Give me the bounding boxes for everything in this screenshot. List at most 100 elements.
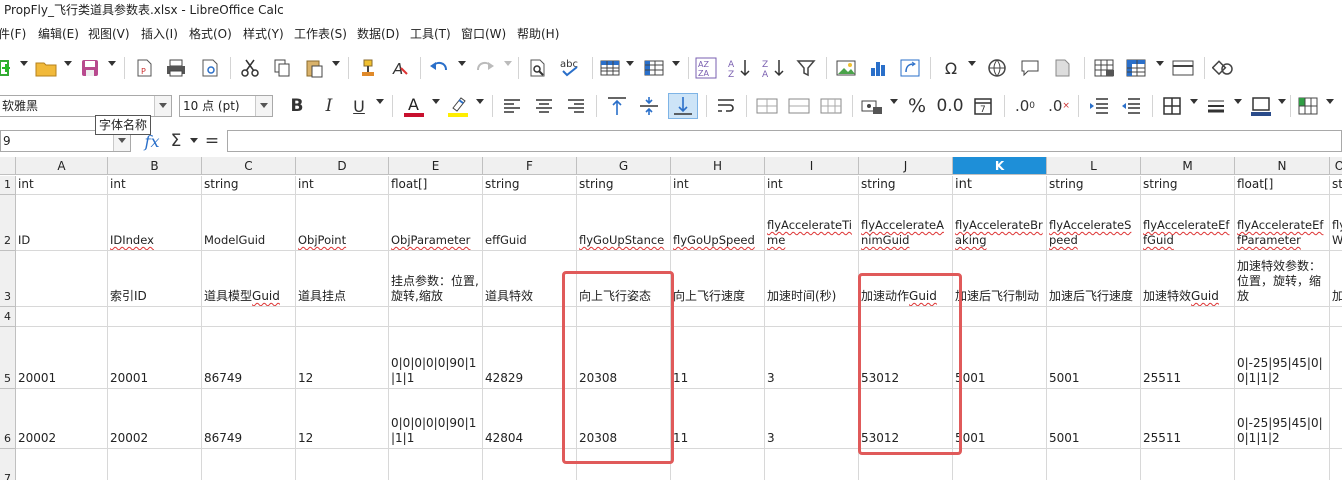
menu-item[interactable]: 插入(I) bbox=[141, 22, 178, 46]
cell-o3[interactable]: 加 bbox=[1330, 251, 1342, 307]
cell-l5[interactable]: 5001 bbox=[1047, 327, 1141, 389]
paste-icon[interactable] bbox=[302, 55, 326, 81]
cell-i7[interactable] bbox=[765, 449, 859, 480]
row-header-4[interactable]: 4 bbox=[0, 307, 16, 327]
cell-f7[interactable] bbox=[483, 449, 577, 480]
column-header-e[interactable]: E bbox=[389, 157, 483, 175]
cell-o6[interactable] bbox=[1330, 389, 1342, 449]
freeze-rows-columns-icon[interactable] bbox=[1124, 55, 1150, 81]
column-header-o[interactable]: O bbox=[1330, 157, 1342, 175]
cell-n3[interactable]: 加速特效参数：位置，旋转，缩放 bbox=[1235, 251, 1330, 307]
cell-f5[interactable]: 42829 bbox=[483, 327, 577, 389]
border-style-icon[interactable] bbox=[1204, 93, 1228, 119]
cell-i4[interactable] bbox=[765, 307, 859, 327]
cell-h3[interactable]: 向上飞行速度 bbox=[671, 251, 765, 307]
cell-m7[interactable] bbox=[1141, 449, 1235, 480]
column-header-j[interactable]: J bbox=[859, 157, 953, 175]
column-header-m[interactable]: M bbox=[1141, 157, 1235, 175]
column-header-g[interactable]: G bbox=[577, 157, 671, 175]
cell-m2[interactable]: flyAccelerateEffGuid bbox=[1141, 195, 1235, 251]
cell-c2[interactable]: ModelGuid bbox=[202, 195, 296, 251]
cell-c1[interactable]: string bbox=[202, 176, 296, 195]
cell-m4[interactable] bbox=[1141, 307, 1235, 327]
cell-l4[interactable] bbox=[1047, 307, 1141, 327]
menu-item[interactable]: 样式(Y) bbox=[243, 22, 284, 46]
cell-n4[interactable] bbox=[1235, 307, 1330, 327]
show-draw-functions-icon[interactable] bbox=[1210, 55, 1236, 81]
cell-d5[interactable]: 12 bbox=[296, 327, 389, 389]
pivot-table-icon[interactable] bbox=[898, 55, 922, 81]
underline-icon[interactable]: U bbox=[348, 93, 370, 119]
cell-e3[interactable]: 挂点参数：位置,旋转,缩放 bbox=[389, 251, 483, 307]
conditional-format-icon[interactable] bbox=[1296, 93, 1320, 119]
cell-n5[interactable]: 0|-25|95|45|0|0|1|1|2 bbox=[1235, 327, 1330, 389]
cell-m1[interactable]: string bbox=[1141, 176, 1235, 195]
cell-h6[interactable]: 11 bbox=[671, 389, 765, 449]
menu-item[interactable]: 格式(O) bbox=[189, 22, 232, 46]
cell-o4[interactable] bbox=[1330, 307, 1342, 327]
menu-item[interactable]: 工具(T) bbox=[410, 22, 451, 46]
cell-j1[interactable]: string bbox=[859, 176, 953, 195]
comment-icon[interactable] bbox=[1018, 55, 1042, 81]
cell-j5[interactable]: 53012 bbox=[859, 327, 953, 389]
border-color-icon[interactable] bbox=[1248, 93, 1274, 119]
cell-b5[interactable]: 20001 bbox=[108, 327, 202, 389]
cell-o2[interactable]: fly W bbox=[1330, 195, 1342, 251]
cell-a3[interactable] bbox=[16, 251, 108, 307]
menu-item[interactable]: 窗口(W) bbox=[461, 22, 506, 46]
save-icon[interactable] bbox=[78, 55, 102, 81]
decrease-indent-icon[interactable] bbox=[1118, 93, 1144, 119]
number-format-icon[interactable]: 0.0 bbox=[936, 93, 964, 119]
menu-item[interactable]: 数据(D) bbox=[357, 22, 400, 46]
menu-item[interactable]: 件(F) bbox=[0, 22, 26, 46]
merge-center-icon[interactable] bbox=[754, 93, 780, 119]
cell-l1[interactable]: string bbox=[1047, 176, 1141, 195]
cell-k3[interactable]: 加速后飞行制动 bbox=[953, 251, 1047, 307]
cell-n6[interactable]: 0|-25|95|45|0|0|1|1|2 bbox=[1235, 389, 1330, 449]
special-character-icon[interactable]: Ω bbox=[938, 55, 964, 81]
spelling-icon[interactable]: abc bbox=[558, 55, 584, 81]
bold-icon[interactable]: B bbox=[286, 93, 308, 119]
cell-k1[interactable]: int bbox=[953, 176, 1047, 195]
cell-b1[interactable]: int bbox=[108, 176, 202, 195]
cell-f6[interactable]: 42804 bbox=[483, 389, 577, 449]
column-header-n[interactable]: N bbox=[1235, 157, 1330, 175]
cell-i3[interactable]: 加速时间(秒) bbox=[765, 251, 859, 307]
find-replace-icon[interactable] bbox=[526, 55, 550, 81]
column-header-h[interactable]: H bbox=[671, 157, 765, 175]
sort-ascending-icon[interactable]: AZ bbox=[726, 55, 754, 81]
row-icon[interactable] bbox=[598, 55, 622, 81]
cut-icon[interactable] bbox=[238, 55, 262, 81]
row-header-2[interactable]: 2 bbox=[0, 195, 16, 251]
cell-l6[interactable]: 5001 bbox=[1047, 389, 1141, 449]
sigma-icon[interactable]: Σ bbox=[166, 128, 186, 154]
cell-n1[interactable]: float[] bbox=[1235, 176, 1330, 195]
cell-c5[interactable]: 86749 bbox=[202, 327, 296, 389]
center-vertically-icon[interactable] bbox=[636, 93, 662, 119]
cell-d6[interactable]: 12 bbox=[296, 389, 389, 449]
cell-a7[interactable] bbox=[16, 449, 108, 480]
cell-k2[interactable]: flyAccelerateBraking bbox=[953, 195, 1047, 251]
cell-o7[interactable] bbox=[1330, 449, 1342, 480]
cell-k4[interactable] bbox=[953, 307, 1047, 327]
cell-a4[interactable] bbox=[16, 307, 108, 327]
new-document-icon[interactable] bbox=[0, 55, 14, 81]
cell-c6[interactable]: 86749 bbox=[202, 389, 296, 449]
percent-format-icon[interactable]: % bbox=[904, 93, 930, 119]
cell-m3[interactable]: 加速特效Guid bbox=[1141, 251, 1235, 307]
autofilter-icon[interactable] bbox=[794, 55, 818, 81]
insert-image-icon[interactable] bbox=[834, 55, 858, 81]
borders-icon[interactable] bbox=[1160, 93, 1184, 119]
cell-d3[interactable]: 道具挂点 bbox=[296, 251, 389, 307]
cell-a1[interactable]: int bbox=[16, 176, 108, 195]
cell-j4[interactable] bbox=[859, 307, 953, 327]
cell-e2[interactable]: ObjParameter bbox=[389, 195, 483, 251]
sort-descending-icon[interactable]: ZA bbox=[760, 55, 788, 81]
sort-icon[interactable]: AZ ZA bbox=[694, 55, 718, 81]
align-top-icon[interactable] bbox=[604, 93, 630, 119]
highlight-color-icon[interactable] bbox=[444, 93, 472, 119]
cell-l3[interactable]: 加速后飞行速度 bbox=[1047, 251, 1141, 307]
cell-m6[interactable]: 25511 bbox=[1141, 389, 1235, 449]
column-header-k[interactable]: K bbox=[953, 157, 1047, 175]
cell-j7[interactable] bbox=[859, 449, 953, 480]
